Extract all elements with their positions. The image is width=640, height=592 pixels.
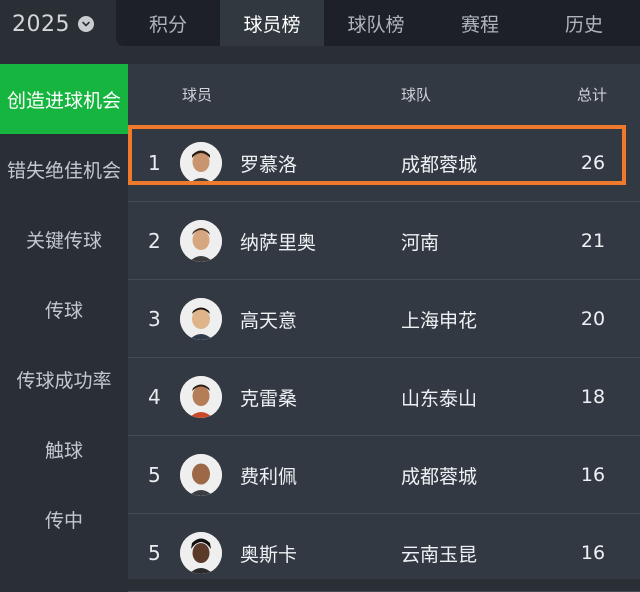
player-avatar [180,220,222,262]
team-name: 成都蓉城 [401,153,478,176]
stat-total: 16 [580,542,606,564]
stat-category-sidebar: 创造进球机会 错失绝佳机会 关键传球 传球 传球成功率 触球 传中 [0,64,128,579]
table-row[interactable]: 4 克雷桑 山东泰山 18 [128,358,640,436]
rank-number: 3 [148,307,161,331]
column-header-player: 球员 [182,86,213,104]
team-name: 上海申花 [401,309,478,332]
rank-number: 4 [148,385,161,409]
stat-total: 16 [580,464,606,486]
sidebar-item-crosses[interactable]: 传中 [0,484,128,554]
table-row[interactable]: 1 罗慕洛 成都蓉城 26 [128,124,640,202]
tab-bar: 积分 球员榜 球队榜 赛程 历史 [116,0,640,46]
tab-team-rankings[interactable]: 球队榜 [324,0,428,46]
player-name: 奥斯卡 [240,543,298,566]
table-row[interactable]: 2 纳萨里奥 河南 21 [128,202,640,280]
player-name: 罗慕洛 [240,153,298,176]
tab-history[interactable]: 历史 [532,0,636,46]
table-header: 球员 球队 总计 [128,64,640,124]
player-ranking-table: 球员 球队 总计 1 罗慕洛 成都蓉城 26 2 纳萨里奥 河南 21 3 高天… [128,64,640,592]
sidebar-item-passes[interactable]: 传球 [0,274,128,344]
player-name: 费利佩 [240,465,298,488]
table-row[interactable]: 3 高天意 上海申花 20 [128,280,640,358]
player-name: 高天意 [240,309,298,332]
player-avatar [180,298,222,340]
tab-schedule[interactable]: 赛程 [428,0,532,46]
player-name: 纳萨里奥 [240,231,317,254]
season-selector[interactable]: 2025 [12,6,94,42]
rank-number: 5 [148,463,161,487]
sidebar-item-pass-accuracy[interactable]: 传球成功率 [0,344,128,414]
sidebar-item-chances-created[interactable]: 创造进球机会 [0,64,128,134]
sidebar-item-key-passes[interactable]: 关键传球 [0,204,128,274]
chevron-down-icon [78,16,94,32]
rank-number: 2 [148,229,161,253]
player-name: 克雷桑 [240,387,298,410]
stat-total: 18 [580,386,606,408]
column-header-team: 球队 [401,86,432,104]
team-name: 成都蓉城 [401,465,478,488]
table-row[interactable]: 5 费利佩 成都蓉城 16 [128,436,640,514]
player-avatar [180,454,222,496]
team-name: 云南玉昆 [401,543,478,566]
tab-player-rankings[interactable]: 球员榜 [220,0,324,46]
team-name: 山东泰山 [401,387,478,410]
player-avatar [180,376,222,418]
sidebar-item-big-chances-missed[interactable]: 错失绝佳机会 [0,134,128,204]
header: 2025 积分 球员榜 球队榜 赛程 历史 [0,0,640,64]
rank-number: 5 [148,541,161,565]
season-year: 2025 [12,11,70,37]
table-row[interactable]: 5 奥斯卡 云南玉昆 16 [128,514,640,592]
stat-total: 21 [580,230,606,252]
stat-total: 20 [580,308,606,330]
column-header-total: 总计 [577,86,608,104]
player-avatar [180,142,222,184]
player-avatar [180,532,222,574]
rank-number: 1 [148,151,161,175]
team-name: 河南 [401,231,440,254]
stat-total: 26 [580,152,606,174]
sidebar-item-touches[interactable]: 触球 [0,414,128,484]
tab-standings[interactable]: 积分 [116,0,220,46]
